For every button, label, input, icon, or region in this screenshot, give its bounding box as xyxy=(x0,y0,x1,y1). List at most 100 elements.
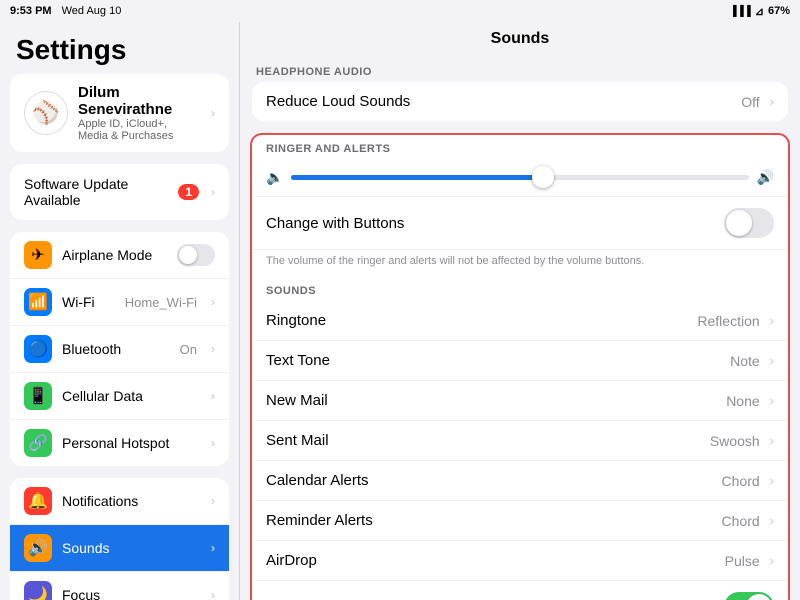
sidebar-item-focus[interactable]: 🌙 Focus › xyxy=(10,572,229,600)
sidebar-item-label: Airplane Mode xyxy=(62,247,167,263)
text-tone-label: Text Tone xyxy=(266,352,722,369)
sidebar-item-sounds[interactable]: 🔊 Sounds › xyxy=(10,525,229,572)
sidebar-title: Settings xyxy=(0,22,239,74)
wifi-icon: 📶 xyxy=(24,288,52,316)
ringer-section-label: RINGER AND ALERTS xyxy=(252,135,788,159)
software-update-item[interactable]: Software Update Available 1 › xyxy=(10,164,229,220)
chevron-right-icon: › xyxy=(770,473,774,488)
wifi-icon: ⊿ xyxy=(755,5,764,18)
ringer-note: The volume of the ringer and alerts will… xyxy=(252,250,788,277)
reminder-alerts-label: Reminder Alerts xyxy=(266,512,714,529)
user-name: Dilum Senevirathne xyxy=(78,84,197,118)
sidebar-item-notifications[interactable]: 🔔 Notifications › xyxy=(10,478,229,525)
chevron-right-icon: › xyxy=(770,553,774,568)
sidebar-item-airplane[interactable]: ✈ Airplane Mode xyxy=(10,232,229,279)
bluetooth-icon: 🔵 xyxy=(24,335,52,363)
sounds-icon: 🔊 xyxy=(24,534,52,562)
update-badge: 1 xyxy=(178,184,199,200)
keyboard-clicks-toggle[interactable] xyxy=(724,592,774,600)
chevron-right-icon: › xyxy=(211,295,215,309)
ringtone-row[interactable]: Ringtone Reflection › xyxy=(252,301,788,341)
wifi-value: Home_Wi-Fi xyxy=(125,295,197,310)
headphone-section-label: HEADPHONE AUDIO xyxy=(240,58,800,82)
volume-low-icon: 🔈 xyxy=(266,169,283,186)
sidebar-item-wifi[interactable]: 📶 Wi-Fi Home_Wi-Fi › xyxy=(10,279,229,326)
notifications-icon: 🔔 xyxy=(24,487,52,515)
date: Wed Aug 10 xyxy=(62,5,122,17)
sent-mail-value: Swoosh xyxy=(710,433,760,449)
slider-thumb[interactable] xyxy=(532,166,554,188)
sidebar-item-label: Personal Hotspot xyxy=(62,435,197,451)
chevron-right-icon: › xyxy=(211,436,215,450)
chevron-right-icon: › xyxy=(211,185,215,199)
ringtone-label: Ringtone xyxy=(266,312,689,329)
chevron-right-icon: › xyxy=(770,94,774,109)
sidebar-item-label: Bluetooth xyxy=(62,341,170,357)
change-buttons-toggle[interactable] xyxy=(724,208,774,238)
text-tone-value: Note xyxy=(730,353,760,369)
chevron-right-icon: › xyxy=(211,541,215,555)
new-mail-value: None xyxy=(726,393,759,409)
chevron-right-icon: › xyxy=(211,389,215,403)
ringer-alerts-card: RINGER AND ALERTS 🔈 🔊 Change with Button… xyxy=(250,133,790,600)
focus-icon: 🌙 xyxy=(24,581,52,600)
update-label: Software Update Available xyxy=(24,176,170,208)
user-subtitle: Apple ID, iCloud+, Media & Purchases xyxy=(78,118,197,142)
new-mail-row[interactable]: New Mail None › xyxy=(252,381,788,421)
reduce-loud-label: Reduce Loud Sounds xyxy=(266,93,733,110)
sidebar-section-connectivity: ✈ Airplane Mode 📶 Wi-Fi Home_Wi-Fi › 🔵 B… xyxy=(10,232,229,466)
reduce-loud-sounds-row[interactable]: Reduce Loud Sounds Off › xyxy=(252,82,788,121)
sidebar-section-alerts: 🔔 Notifications › 🔊 Sounds › 🌙 Focus › ⏱… xyxy=(10,478,229,600)
chevron-right-icon: › xyxy=(211,588,215,600)
chevron-right-icon: › xyxy=(770,393,774,408)
status-icons: ▐▐▐ ⊿ 67% xyxy=(729,5,790,18)
chevron-right-icon: › xyxy=(770,353,774,368)
user-card[interactable]: ⚾ Dilum Senevirathne Apple ID, iCloud+, … xyxy=(10,74,229,152)
airplane-toggle[interactable] xyxy=(177,244,215,266)
chevron-right-icon: › xyxy=(770,433,774,448)
sounds-section-label: SOUNDS xyxy=(252,277,788,301)
time: 9:53 PM xyxy=(10,5,52,17)
sent-mail-row[interactable]: Sent Mail Swoosh › xyxy=(252,421,788,461)
sidebar-item-label: Notifications xyxy=(62,493,197,509)
page-title: Sounds xyxy=(240,22,800,58)
sent-mail-label: Sent Mail xyxy=(266,432,702,449)
sidebar-item-label: Wi-Fi xyxy=(62,294,115,310)
sidebar: Settings ⚾ Dilum Senevirathne Apple ID, … xyxy=(0,0,240,600)
avatar: ⚾ xyxy=(24,91,68,135)
status-time: 9:53 PM Wed Aug 10 xyxy=(10,5,121,17)
bluetooth-value: On xyxy=(180,342,197,357)
volume-slider-row[interactable]: 🔈 🔊 xyxy=(252,159,788,197)
text-tone-row[interactable]: Text Tone Note › xyxy=(252,341,788,381)
keyboard-clicks-row: Keyboard Clicks xyxy=(252,580,788,600)
sidebar-item-bluetooth[interactable]: 🔵 Bluetooth On › xyxy=(10,326,229,373)
sounds-rows: Ringtone Reflection › Text Tone Note › N… xyxy=(252,301,788,580)
airdrop-label: AirDrop xyxy=(266,552,717,569)
airdrop-value: Pulse xyxy=(725,553,760,569)
user-info: Dilum Senevirathne Apple ID, iCloud+, Me… xyxy=(78,84,197,142)
calendar-alerts-label: Calendar Alerts xyxy=(266,472,714,489)
chevron-right-icon: › xyxy=(211,494,215,508)
airdrop-row[interactable]: AirDrop Pulse › xyxy=(252,541,788,580)
calendar-alerts-row[interactable]: Calendar Alerts Chord › xyxy=(252,461,788,501)
new-mail-label: New Mail xyxy=(266,392,718,409)
sidebar-item-cellular[interactable]: 📱 Cellular Data › xyxy=(10,373,229,420)
chevron-right-icon: › xyxy=(770,313,774,328)
sidebar-item-hotspot[interactable]: 🔗 Personal Hotspot › xyxy=(10,420,229,466)
main-content: Sounds HEADPHONE AUDIO Reduce Loud Sound… xyxy=(240,0,800,600)
airplane-icon: ✈ xyxy=(24,241,52,269)
chevron-right-icon: › xyxy=(211,342,215,356)
reminder-alerts-value: Chord xyxy=(722,513,760,529)
sidebar-item-label: Cellular Data xyxy=(62,388,197,404)
volume-slider-track[interactable] xyxy=(291,175,748,180)
sidebar-item-label: Sounds xyxy=(62,540,197,556)
reminder-alerts-row[interactable]: Reminder Alerts Chord › xyxy=(252,501,788,541)
cellular-icon: 📱 xyxy=(24,382,52,410)
change-with-buttons-row: Change with Buttons xyxy=(252,197,788,250)
battery-icon: 67% xyxy=(768,5,790,17)
change-buttons-label: Change with Buttons xyxy=(266,215,716,232)
volume-high-icon: 🔊 xyxy=(757,169,774,186)
chevron-right-icon: › xyxy=(211,106,215,120)
calendar-alerts-value: Chord xyxy=(722,473,760,489)
headphone-audio-card: Reduce Loud Sounds Off › xyxy=(252,82,788,121)
